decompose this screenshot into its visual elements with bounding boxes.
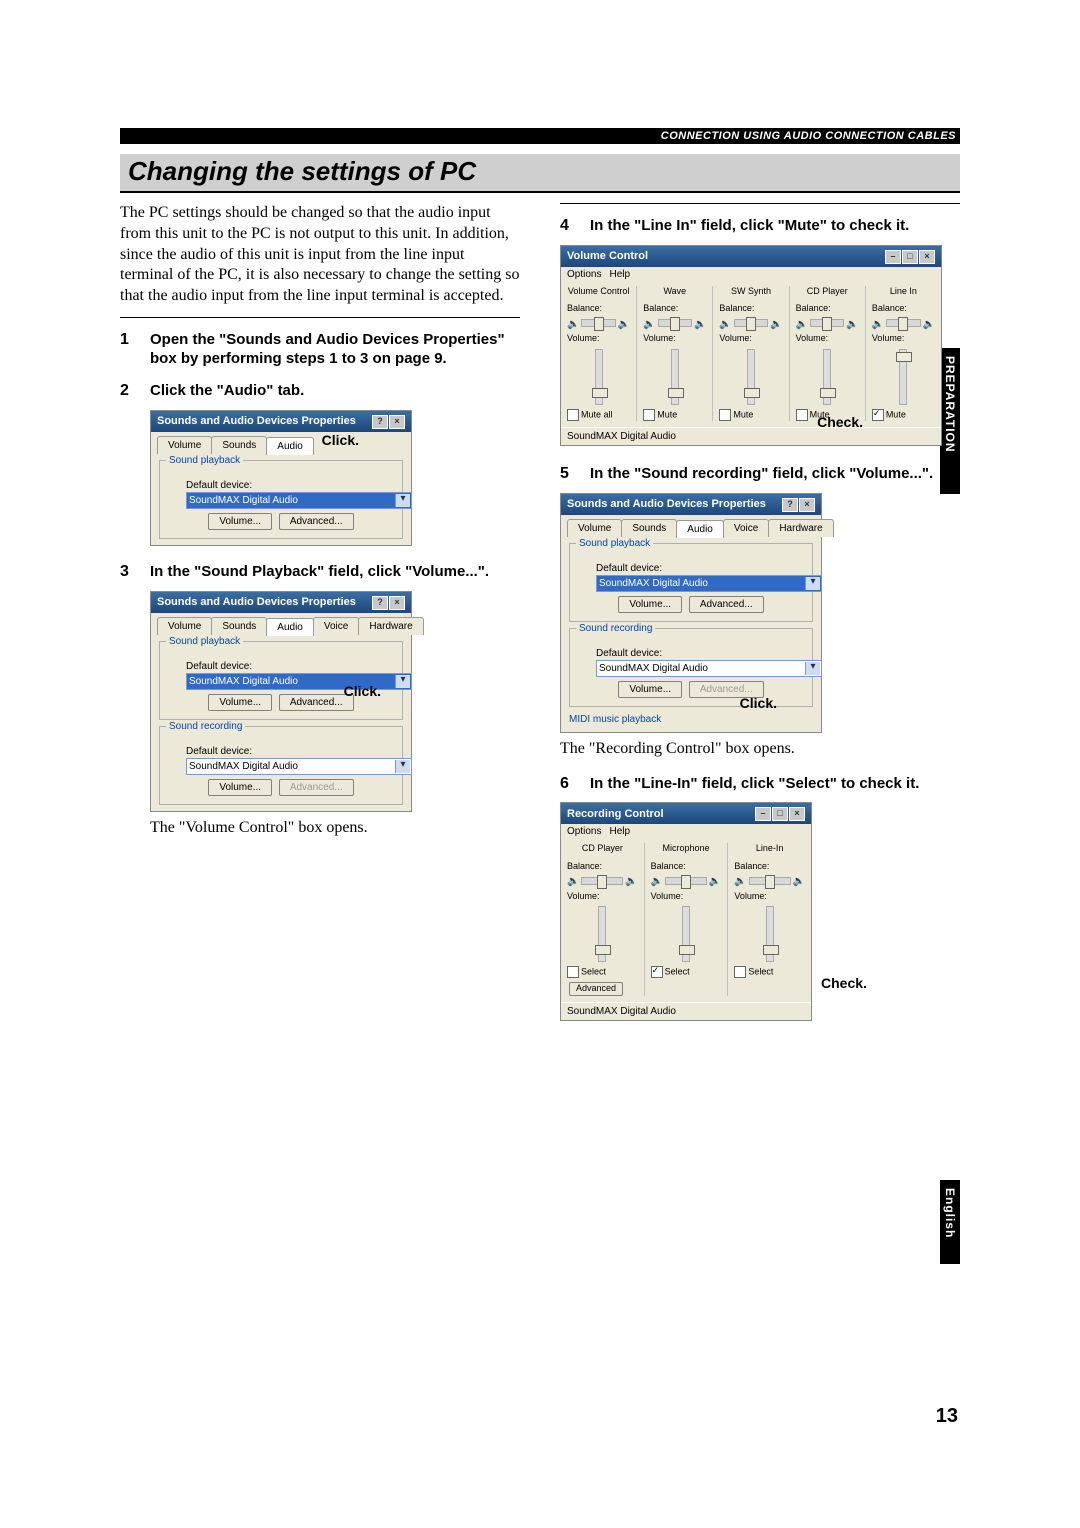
maximize-icon: □: [772, 807, 788, 821]
close-icon: ×: [389, 596, 405, 610]
group-playback: Sound playback: [166, 635, 243, 648]
step-4-num: 4: [560, 216, 576, 237]
header-bar: CONNECTION USING AUDIO CONNECTION CABLES: [120, 128, 960, 144]
dialog-title: Sounds and Audio Devices Properties: [157, 414, 356, 428]
volume-button: Volume...: [208, 694, 272, 711]
window-buttons: ?×: [371, 595, 405, 610]
thumb-tab-preparation: PREPARATION: [940, 348, 960, 494]
step-4-text: In the "Line In" field, click "Mute" to …: [590, 216, 960, 237]
step-6-text: In the "Line-In" field, click "Select" t…: [590, 774, 960, 795]
screenshot-recording-control: Recording Control –□× OptionsHelp CD Pla…: [560, 802, 812, 1021]
callout-click: Click.: [322, 431, 359, 449]
screenshot-properties-3: Sounds and Audio Devices Properties ?× V…: [560, 493, 822, 733]
left-column: The PC settings should be changed so tha…: [120, 203, 520, 1021]
minimize-icon: –: [755, 807, 771, 821]
step-5-below: The "Recording Control" box opens.: [560, 739, 960, 760]
minimize-icon: –: [885, 250, 901, 264]
chevron-down-icon: ▾: [395, 494, 410, 507]
heading-bar: Changing the settings of PC: [120, 154, 960, 193]
step-5-num: 5: [560, 464, 576, 485]
dialog-title: Sounds and Audio Devices Properties: [567, 497, 766, 511]
screenshot-properties-1: Sounds and Audio Devices Properties ?× V…: [150, 410, 412, 546]
window-buttons: ?×: [781, 497, 815, 512]
close-icon: ×: [799, 498, 815, 512]
step-3-num: 3: [120, 562, 136, 583]
advanced-button: Advanced...: [279, 779, 354, 796]
callout-check: Check.: [821, 974, 867, 992]
tab-volume: Volume: [157, 436, 212, 454]
step-2-num: 2: [120, 381, 136, 402]
page: CONNECTION USING AUDIO CONNECTION CABLES…: [0, 0, 1080, 1528]
advanced-button: Advanced...: [279, 694, 354, 711]
default-device-label: Default device:: [186, 479, 394, 492]
step-6-num: 6: [560, 774, 576, 795]
dialog-title: Sounds and Audio Devices Properties: [157, 595, 356, 609]
callout-click: Click.: [740, 694, 777, 712]
right-column: 4 In the "Line In" field, click "Mute" t…: [560, 203, 960, 1021]
maximize-icon: □: [902, 250, 918, 264]
close-icon: ×: [789, 807, 805, 821]
step-1-num: 1: [120, 330, 136, 369]
help-icon: ?: [372, 596, 388, 610]
close-icon: ×: [389, 415, 405, 429]
step-1-text: Open the "Sounds and Audio Devices Prope…: [150, 330, 520, 369]
screenshot-properties-2: Sounds and Audio Devices Properties ?× V…: [150, 591, 412, 812]
intro-text: The PC settings should be changed so tha…: [120, 203, 520, 307]
volume-button: Volume...: [208, 779, 272, 796]
tab-sounds: Sounds: [211, 436, 267, 454]
help-icon: ?: [782, 498, 798, 512]
tab-sounds: Sounds: [211, 617, 267, 635]
step-2-text: Click the "Audio" tab.: [150, 381, 520, 402]
volume-button: Volume...: [208, 513, 272, 530]
step-3-text: In the "Sound Playback" field, click "Vo…: [150, 562, 520, 583]
device-combo: SoundMAX Digital Audio▾: [186, 758, 412, 775]
tab-audio: Audio: [266, 618, 314, 636]
device-combo: SoundMAX Digital Audio▾: [186, 492, 412, 509]
tab-audio: Audio: [266, 437, 314, 455]
section-name: CONNECTION USING AUDIO CONNECTION CABLES: [661, 128, 956, 144]
chevron-down-icon: ▾: [395, 675, 410, 688]
advanced-button: Advanced...: [279, 513, 354, 530]
chevron-down-icon: ▾: [395, 760, 410, 773]
dialog-title: Recording Control: [567, 807, 664, 821]
tab-volume: Volume: [157, 617, 212, 635]
screenshot-volume-control: Volume Control –□× OptionsHelp Volume Co…: [560, 245, 942, 446]
dialog-title: Volume Control: [567, 249, 648, 263]
step-5-text: In the "Sound recording" field, click "V…: [590, 464, 960, 485]
step-3-below: The "Volume Control" box opens.: [150, 818, 520, 839]
tab-hardware: Hardware: [358, 617, 423, 635]
thumb-tab-english: English: [940, 1180, 960, 1264]
page-heading: Changing the settings of PC: [120, 154, 960, 191]
tab-voice: Voice: [313, 617, 359, 635]
close-icon: ×: [919, 250, 935, 264]
group-playback: Sound playback: [166, 454, 243, 467]
window-buttons: –□×: [884, 249, 935, 264]
window-buttons: ?×: [371, 414, 405, 429]
page-number: 13: [936, 1405, 958, 1428]
callout-check: Check.: [817, 413, 863, 431]
group-recording: Sound recording: [166, 720, 245, 733]
callout-click: Click.: [344, 682, 381, 700]
window-buttons: –□×: [754, 806, 805, 821]
help-icon: ?: [372, 415, 388, 429]
